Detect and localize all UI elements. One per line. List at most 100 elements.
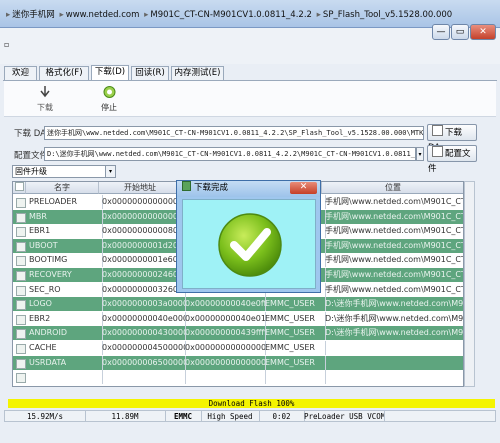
dialog-body <box>182 199 316 289</box>
breadcrumb-item[interactable]: SP_Flash_Tool_v5.1528.00.000 <box>323 10 452 20</box>
row-checkbox[interactable] <box>16 241 26 252</box>
dialog-close-button[interactable]: ✕ <box>290 182 317 194</box>
column-header-location[interactable]: 位置 <box>322 182 463 194</box>
da-path-field[interactable]: 迷你手机网\www.netded.com\M901C_CT-CN-M901CV1… <box>44 126 424 140</box>
tab-memory-test[interactable]: 内存测试(E) <box>171 66 224 80</box>
maximize-button[interactable]: ▭ <box>451 24 469 40</box>
column-header-begin-address[interactable]: 开始地址 <box>99 182 182 194</box>
row-checkbox[interactable] <box>16 212 26 223</box>
cell-region: EMMC_USER <box>262 311 326 326</box>
table-row[interactable]: EBR2 0x00000000040e0000 0x00000000040e01ff… <box>13 311 463 326</box>
select-all-header[interactable] <box>13 182 26 194</box>
cell-begin: 0x0000000000000000 <box>99 195 186 209</box>
row-checkbox[interactable] <box>16 300 26 311</box>
cell-location: 手机网\www.netded.com\M901C_CT-C... <box>322 283 463 297</box>
cell-name: BOOTIMG <box>26 253 103 268</box>
cell-end: 0x0000000000000000 <box>182 341 266 355</box>
progress-bar: Download Flash 100% <box>8 399 495 408</box>
cell-name: EBR2 <box>26 311 103 326</box>
window-chrome <box>0 28 500 64</box>
breadcrumb-item[interactable]: M901C_CT-CN-M901CV1.0.0811_4.2.2 <box>150 10 312 20</box>
breadcrumb-item[interactable]: www.netded.com <box>66 10 140 20</box>
toolbar <box>4 81 496 117</box>
success-check-icon <box>218 213 282 277</box>
table-row[interactable]: USRDATA 0x0000000065000000 0x0000000000000… <box>13 355 463 370</box>
row-checkbox[interactable] <box>16 329 26 340</box>
status-elapsed-time: 0:02 <box>259 411 305 422</box>
table-scrollbar[interactable] <box>464 181 475 387</box>
cell-location: 手机网\www.netded.com\M901C_CT-C... <box>322 268 463 282</box>
dialog-title: 下载完成 <box>194 183 229 193</box>
row-checkbox[interactable] <box>16 227 26 238</box>
stop-button[interactable]: 停止 <box>98 85 120 115</box>
status-storage-type: EMMC <box>165 411 202 422</box>
row-checkbox[interactable] <box>16 344 26 354</box>
mode-select-value: 固件升级 <box>15 167 47 176</box>
cell-end: 0x0000000000000000 <box>182 355 266 370</box>
tab-format[interactable]: 格式化(F) <box>39 66 89 80</box>
column-header-name[interactable]: 名字 <box>26 182 99 194</box>
cell-location: 手机网\www.netded.com\M901C_CT-C... <box>322 253 463 267</box>
download-label: 下载 <box>37 103 53 112</box>
cell-begin: 0x0000000001e60000 <box>99 253 186 268</box>
close-button[interactable]: ✕ <box>470 24 496 40</box>
status-size: 11.89M <box>85 411 166 422</box>
cell-begin: 0x0000000000000000 <box>99 209 186 224</box>
download-button[interactable]: 下载 <box>34 85 56 115</box>
cell-name: SEC_RO <box>26 282 103 297</box>
cell-location: 手机网\www.netded.com\M901C_CT-C... <box>322 195 463 209</box>
cell-name: USRDATA <box>26 355 103 370</box>
cell-name: UBOOT <box>26 238 103 253</box>
status-usb-speed: High Speed <box>201 411 260 422</box>
scatter-path-field[interactable]: D:\迷你手机网\www.netded.com\M901C_CT-CN-M901… <box>44 147 416 161</box>
row-checkbox[interactable] <box>16 256 26 267</box>
stop-label: 停止 <box>101 103 117 112</box>
breadcrumb: ▸ 迷你手机网 ▸ www.netded.com ▸ M901C_CT-CN-M901… <box>6 10 453 20</box>
cell-begin <box>99 370 186 385</box>
row-checkbox[interactable] <box>16 373 26 384</box>
row-checkbox[interactable] <box>16 271 26 281</box>
table-row[interactable] <box>13 370 463 385</box>
tab-download[interactable]: 下载(D) <box>91 65 129 81</box>
cell-location: D:\迷你手机网\www.netded.com\M901C_CT-C... <box>322 326 463 340</box>
folder-icon <box>432 146 443 157</box>
scatter-label: 配置文件 <box>14 151 49 161</box>
scatter-button[interactable]: 配置文件 <box>427 145 477 174</box>
app-icon <box>182 181 191 191</box>
cell-begin: 0x0000000003a00000 <box>99 297 186 312</box>
cell-begin: 0x0000000004300000 <box>99 326 186 341</box>
chevron-down-icon: ▾ <box>105 166 115 177</box>
cell-location: D:\迷你手机网\www.netded.com\M901C_CT-C... <box>322 297 463 311</box>
row-checkbox[interactable] <box>16 198 26 208</box>
cell-name: RECOVERY <box>26 268 103 282</box>
table-row[interactable]: ANDROID 0x0000000004300000 0x000000000439f… <box>13 326 463 341</box>
cell-name <box>26 370 103 385</box>
table-row[interactable]: CACHE0x00000000450000000x000000000000000… <box>13 341 463 355</box>
chevron-down-icon[interactable]: ▾ <box>416 147 424 161</box>
cell-name: PRELOADER <box>26 195 103 209</box>
cell-begin: 0x0000000000080000 <box>99 224 186 239</box>
cell-region: EMMC_USER <box>262 341 326 355</box>
row-checkbox[interactable] <box>16 314 26 325</box>
tab-readback[interactable]: 回读(R) <box>131 66 169 80</box>
cell-end: 0x000000000439ffff <box>182 326 266 341</box>
app-icon: ▫ <box>4 40 10 49</box>
tab-welcome[interactable]: 欢迎(W) <box>4 66 37 91</box>
minimize-button[interactable]: — <box>432 24 450 40</box>
row-checkbox[interactable] <box>16 285 26 296</box>
row-checkbox[interactable] <box>16 358 26 369</box>
cell-end: 0x00000000040e01ff <box>182 311 266 326</box>
download-arrow-icon <box>40 86 50 98</box>
cell-name: EBR1 <box>26 224 103 239</box>
breadcrumb-item[interactable]: 迷你手机网 <box>12 10 55 20</box>
mode-select[interactable]: 固件升级 ▾ <box>12 165 116 178</box>
cell-location: D:\迷你手机网\www.netded.com\M901C_CT-C... <box>322 312 463 326</box>
cell-region: EMMC_USER <box>262 326 326 341</box>
cell-begin: 0x0000000002460000 <box>99 268 186 282</box>
cell-location <box>322 370 463 384</box>
status-speed: 15.92M/s <box>5 411 86 422</box>
table-row[interactable]: LOGO 0x0000000003a00000 0x00000000040e0ff E… <box>13 297 463 312</box>
cell-begin: 0x0000000001d20000 <box>99 238 186 253</box>
download-da-button[interactable]: 下载 DA <box>427 124 477 153</box>
window-title-bar: ▸ 迷你手机网 ▸ www.netded.com ▸ M901C_CT-CN-M901… <box>0 0 500 28</box>
